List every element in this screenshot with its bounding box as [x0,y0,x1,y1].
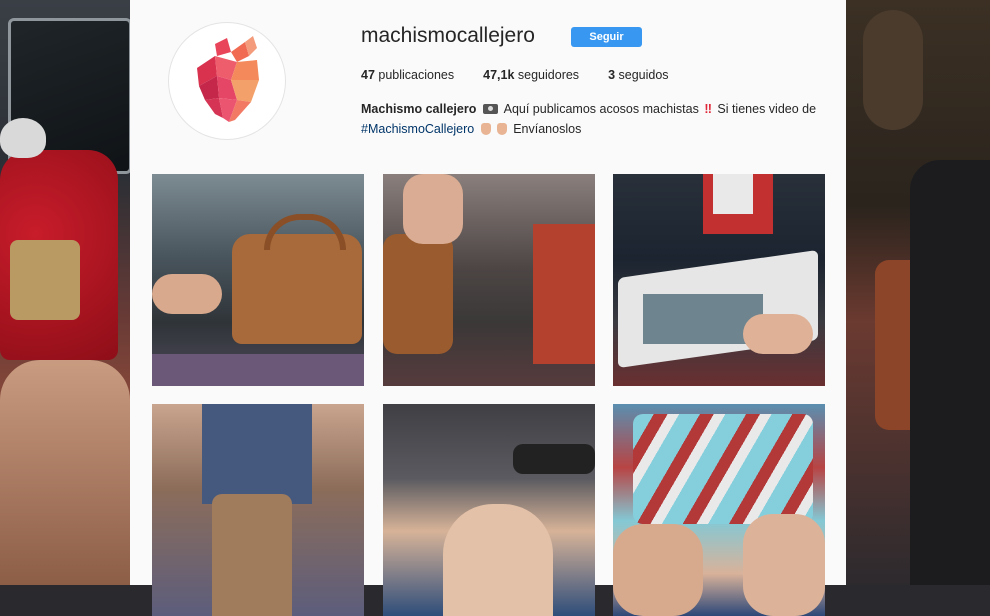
bio-name: Machismo callejero [361,102,477,116]
bio-text-3: Envíanoslos [513,122,582,136]
profile-username: machismocallejero [361,24,535,47]
bio-text-2: Si tienes video de [717,102,817,116]
pointing-down-icon [496,123,507,135]
follow-button[interactable]: Seguir [571,27,642,47]
stat-followers-label: seguidores [517,68,580,82]
double-exclamation-icon: ‼ [704,102,712,116]
stat-following[interactable]: 3 seguidos [608,68,668,82]
bio-text-1: Aquí publicamos acosos machistas [503,102,699,116]
post-thumbnail[interactable] [152,174,364,386]
stat-posts-value: 47 [361,68,375,82]
background-left-scene [0,0,132,585]
post-thumbnail[interactable] [613,404,825,616]
camera-icon [482,104,498,114]
stat-following-label: seguidos [618,68,669,82]
heart-polygon-icon [197,36,259,122]
stat-followers[interactable]: 47,1k seguidores [483,68,579,82]
bio-hashtag-link[interactable]: #MachismoCallejero [361,122,474,136]
stat-posts-label: publicaciones [378,68,455,82]
post-thumbnail[interactable] [383,174,595,386]
profile-bio: Machismo callejero Aquí publicamos acoso… [361,99,831,139]
profile-stats: 47 publicaciones 47,1k seguidores 3 segu… [361,68,698,82]
post-thumbnail[interactable] [152,404,364,616]
pointing-down-icon [480,123,491,135]
stat-followers-value: 47,1k [483,68,515,82]
instagram-profile-panel: machismocallejero Seguir 47 publicacione… [130,0,846,616]
stat-following-value: 3 [608,68,616,82]
profile-avatar[interactable] [168,22,286,140]
stat-posts[interactable]: 47 publicaciones [361,68,454,82]
background-right-scene [845,0,990,585]
post-thumbnail[interactable] [383,404,595,616]
post-thumbnail[interactable] [613,174,825,386]
